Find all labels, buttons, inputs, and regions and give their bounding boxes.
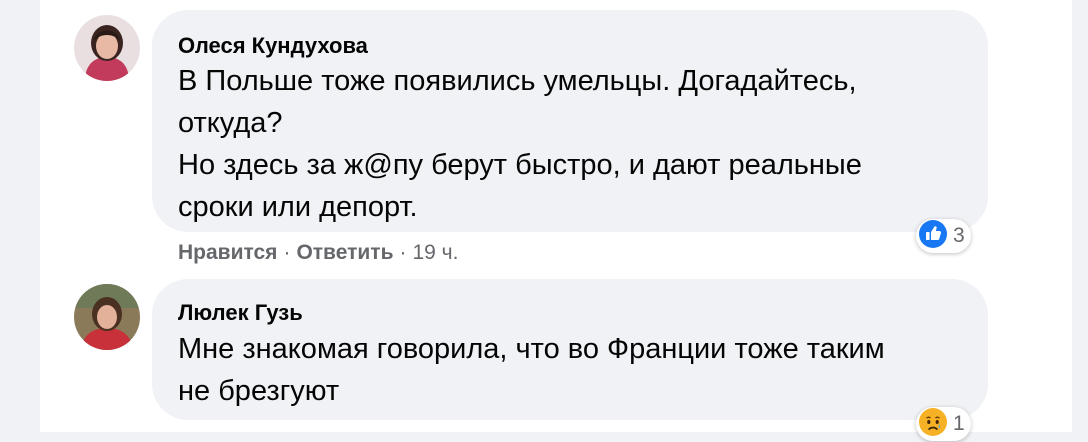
avatar-photo (74, 15, 140, 81)
comment-text-line: Мне знакомая говорила, что во Франции то… (178, 333, 885, 365)
comment-text-line: сроки или депорт. (178, 191, 418, 223)
reaction-count: 1 (953, 412, 965, 435)
comment-text-line: не брезгуют (178, 375, 340, 407)
comment-text: Мне знакомая говорила, что во Франции то… (178, 328, 885, 412)
separator-dot: · (283, 241, 291, 264)
comments-panel: Олеся Кундухова В Польше тоже появились … (40, 0, 1072, 441)
like-link[interactable]: Нравится (178, 241, 277, 264)
comment-text-line: откуда? (178, 107, 283, 139)
separator-dot: · (399, 241, 407, 264)
reaction-summary[interactable]: 1 (916, 407, 971, 441)
comment-actions: Нравится · Ответить · 19 ч. (178, 241, 458, 265)
comment-author[interactable]: Люлек Гузь (178, 300, 303, 326)
reaction-summary[interactable]: 3 (916, 219, 971, 253)
comment-timestamp[interactable]: 19 ч. (412, 241, 458, 264)
sad-icon (918, 407, 948, 442)
comment-text-line: В Польше тоже появились умельцы. Догадай… (178, 65, 857, 97)
like-icon (918, 219, 948, 254)
reply-link[interactable]: Ответить (296, 241, 393, 264)
avatar[interactable] (74, 15, 140, 81)
reaction-count: 3 (953, 224, 965, 247)
comment-text: В Польше тоже появились умельцы. Догадай… (178, 60, 862, 228)
avatar[interactable] (74, 284, 140, 350)
avatar-photo (74, 284, 140, 350)
comment-author[interactable]: Олеся Кундухова (178, 33, 368, 59)
comment-text-line: Но здесь за ж@пу берут быстро, и дают ре… (178, 149, 862, 181)
